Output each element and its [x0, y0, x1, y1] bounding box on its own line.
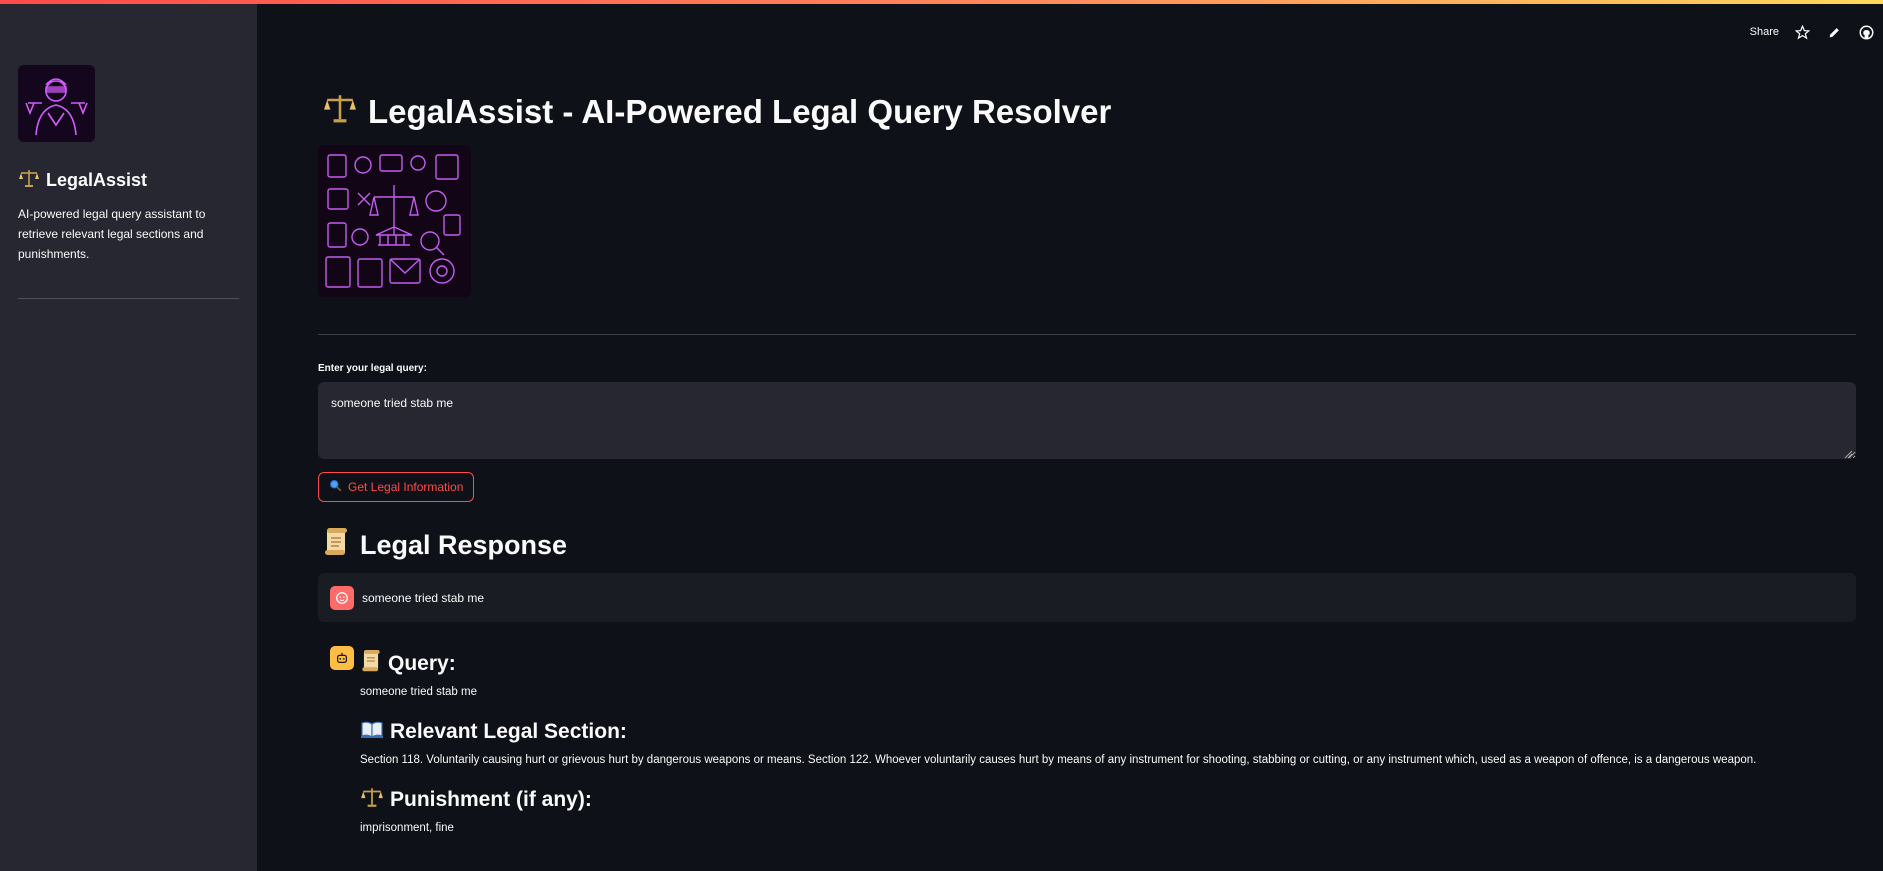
sidebar-title: LegalAssist — [18, 168, 147, 193]
sidebar: LegalAssist AI-powered legal query assis… — [0, 0, 257, 871]
resize-handle-icon[interactable] — [1843, 446, 1853, 459]
legal-query-input[interactable]: someone tried stab me — [318, 382, 1856, 459]
open-book-icon — [360, 719, 384, 745]
punishment-heading: Punishment (if any): — [360, 784, 1850, 816]
scroll-icon — [322, 527, 350, 564]
user-message-text: someone tried stab me — [362, 590, 485, 605]
scroll-icon — [360, 649, 382, 679]
assistant-chat-message: Query: someone tried stab me Relevant Le… — [360, 648, 1850, 852]
user-chat-message: someone tried stab me — [318, 573, 1856, 622]
user-avatar-icon — [330, 585, 354, 610]
content-divider — [318, 334, 1856, 335]
sidebar-title-text: LegalAssist — [46, 170, 148, 190]
page-title-text: LegalAssist - AI-Powered Legal Query Res… — [368, 93, 1112, 130]
query-heading-text: Query: — [388, 652, 456, 675]
query-text: someone tried stab me — [360, 686, 477, 698]
query-label: Enter your legal query: — [318, 363, 427, 374]
query-textarea-wrapper: someone tried stab me — [318, 382, 1856, 459]
punishment-heading-text: Punishment (if any): — [390, 788, 592, 811]
sidebar-logo-image — [18, 65, 95, 142]
assistant-avatar — [330, 646, 354, 670]
magnifier-icon — [329, 479, 342, 495]
top-decoration-stripe — [0, 0, 1883, 4]
main-content: LegalAssist - AI-Powered Legal Query Res… — [318, 0, 1856, 871]
query-heading: Query: — [360, 648, 1850, 680]
scales-icon — [360, 786, 384, 814]
get-legal-information-label: Get Legal Information — [348, 480, 464, 494]
relevant-section-heading-text: Relevant Legal Section: — [390, 720, 627, 743]
scales-icon — [18, 168, 40, 193]
legal-response-heading-text: Legal Response — [360, 530, 568, 560]
punishment-text: imprisonment, fine — [360, 822, 454, 834]
legal-icons-image — [318, 145, 471, 297]
relevant-section-heading: Relevant Legal Section: — [360, 716, 1850, 748]
legal-response-heading: Legal Response — [322, 527, 567, 564]
get-legal-information-button[interactable]: Get Legal Information — [318, 472, 475, 502]
relevant-section-text: Section 118. Voluntarily causing hurt or… — [360, 754, 1757, 766]
sidebar-divider — [18, 298, 239, 299]
scales-icon — [322, 92, 358, 132]
page-title: LegalAssist - AI-Powered Legal Query Res… — [322, 92, 1111, 132]
github-icon[interactable] — [1857, 23, 1875, 41]
sidebar-description: AI-powered legal query assistant to retr… — [18, 207, 206, 261]
robot-icon — [330, 646, 354, 670]
